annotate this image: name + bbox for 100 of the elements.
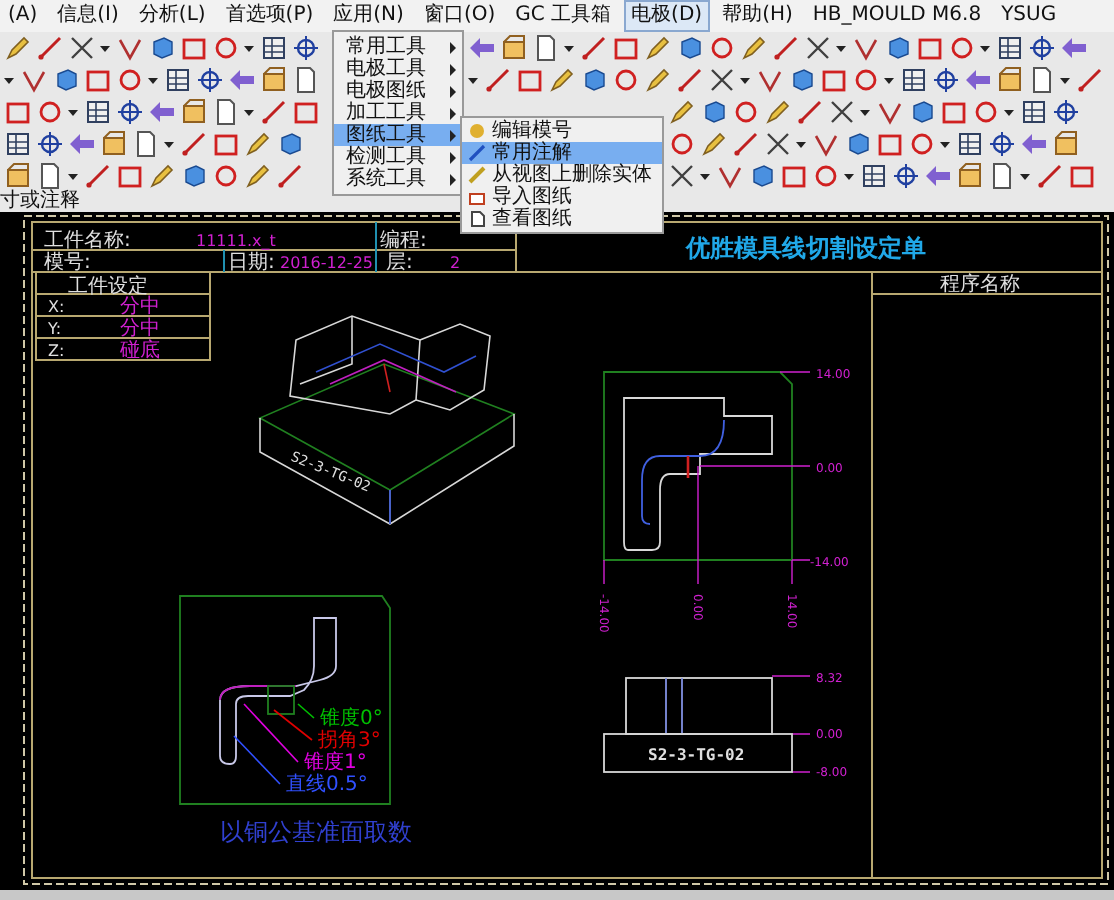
angle-icon[interactable]	[876, 98, 904, 126]
cross-icon[interactable]	[68, 34, 96, 62]
grid-icon[interactable]	[996, 34, 1024, 62]
document-icon[interactable]	[292, 66, 320, 94]
line-icon[interactable]	[772, 34, 800, 62]
line-icon[interactable]	[276, 162, 304, 190]
circle-icon[interactable]	[948, 34, 976, 62]
square-icon[interactable]	[516, 66, 544, 94]
document-icon[interactable]	[212, 98, 240, 126]
square-icon[interactable]	[612, 34, 640, 62]
crosshair-icon[interactable]	[292, 34, 320, 62]
crosshair-icon[interactable]	[932, 66, 960, 94]
grid-icon[interactable]	[956, 130, 984, 158]
circle-icon[interactable]	[852, 66, 880, 94]
square-icon[interactable]	[4, 98, 32, 126]
menu-item[interactable]: 首选项(P)	[217, 0, 322, 32]
menu-item[interactable]: 应用(N)	[325, 0, 412, 32]
arrow-icon[interactable]	[468, 34, 496, 62]
menu-item[interactable]: 从视图上删除实体	[462, 164, 662, 186]
circle-icon[interactable]	[212, 34, 240, 62]
crosshair-icon[interactable]	[116, 98, 144, 126]
cube-icon[interactable]	[788, 66, 816, 94]
line-icon[interactable]	[796, 98, 824, 126]
box-icon[interactable]	[500, 34, 528, 62]
cross-icon[interactable]	[764, 130, 792, 158]
angle-icon[interactable]	[716, 162, 744, 190]
cross-icon[interactable]	[668, 162, 696, 190]
arrow-icon[interactable]	[68, 130, 96, 158]
box-icon[interactable]	[4, 162, 32, 190]
menu-item[interactable]: GC 工具箱	[507, 0, 620, 32]
square-icon[interactable]	[916, 34, 944, 62]
circle-icon[interactable]	[972, 98, 1000, 126]
menu-item[interactable]: HB_MOULD M6.8	[804, 0, 990, 32]
menu-item[interactable]: 信息(I)	[49, 0, 127, 32]
line-icon[interactable]	[732, 130, 760, 158]
crosshair-icon[interactable]	[892, 162, 920, 190]
crosshair-icon[interactable]	[36, 130, 64, 158]
menu-item[interactable]: 电极图纸	[334, 80, 462, 102]
angle-icon[interactable]	[756, 66, 784, 94]
line-icon[interactable]	[180, 130, 208, 158]
document-icon[interactable]	[988, 162, 1016, 190]
arrow-icon[interactable]	[148, 98, 176, 126]
menu-item[interactable]: 电极(D)	[623, 0, 711, 32]
cube-icon[interactable]	[180, 162, 208, 190]
cross-icon[interactable]	[828, 98, 856, 126]
cross-icon[interactable]	[804, 34, 832, 62]
circle-icon[interactable]	[116, 66, 144, 94]
arrow-icon[interactable]	[1020, 130, 1048, 158]
circle-icon[interactable]	[732, 98, 760, 126]
cube-icon[interactable]	[844, 130, 872, 158]
grid-icon[interactable]	[1020, 98, 1048, 126]
box-icon[interactable]	[956, 162, 984, 190]
menu-item[interactable]: 帮助(H)	[714, 0, 801, 32]
angle-icon[interactable]	[852, 34, 880, 62]
crosshair-icon[interactable]	[1052, 98, 1080, 126]
menu-item[interactable]: 电极工具	[334, 58, 462, 80]
circle-icon[interactable]	[212, 162, 240, 190]
line-icon[interactable]	[1036, 162, 1064, 190]
line-icon[interactable]	[36, 34, 64, 62]
menu-item[interactable]: (A)	[0, 0, 46, 32]
document-icon[interactable]	[532, 34, 560, 62]
line-icon[interactable]	[84, 162, 112, 190]
crosshair-icon[interactable]	[1028, 34, 1056, 62]
menu-item[interactable]: 编辑模号	[462, 120, 662, 142]
line-icon[interactable]	[260, 98, 288, 126]
square-icon[interactable]	[940, 98, 968, 126]
circle-icon[interactable]	[812, 162, 840, 190]
square-icon[interactable]	[116, 162, 144, 190]
circle-icon[interactable]	[668, 130, 696, 158]
menu-item[interactable]: 窗口(O)	[415, 0, 504, 32]
angle-icon[interactable]	[812, 130, 840, 158]
line-icon[interactable]	[580, 34, 608, 62]
cube-icon[interactable]	[580, 66, 608, 94]
angle-icon[interactable]	[116, 34, 144, 62]
square-icon[interactable]	[292, 98, 320, 126]
cube-icon[interactable]	[748, 162, 776, 190]
document-icon[interactable]	[36, 162, 64, 190]
square-icon[interactable]	[820, 66, 848, 94]
box-icon[interactable]	[180, 98, 208, 126]
menu-item[interactable]: YSUG	[993, 0, 1065, 32]
grid-icon[interactable]	[4, 130, 32, 158]
circle-icon[interactable]	[708, 34, 736, 62]
menu-item[interactable]: 分析(L)	[130, 0, 214, 32]
square-icon[interactable]	[1068, 162, 1096, 190]
square-icon[interactable]	[876, 130, 904, 158]
line-icon[interactable]	[484, 66, 512, 94]
grid-icon[interactable]	[900, 66, 928, 94]
cross-icon[interactable]	[708, 66, 736, 94]
menu-item[interactable]: 常用注解	[462, 142, 662, 164]
menu-item[interactable]: 查看图纸	[462, 208, 662, 230]
cube-icon[interactable]	[700, 98, 728, 126]
arrow-icon[interactable]	[1060, 34, 1088, 62]
square-icon[interactable]	[180, 34, 208, 62]
grid-icon[interactable]	[84, 98, 112, 126]
circle-icon[interactable]	[908, 130, 936, 158]
angle-icon[interactable]	[20, 66, 48, 94]
circle-icon[interactable]	[36, 98, 64, 126]
menu-item[interactable]: 图纸工具	[334, 124, 462, 146]
arrow-icon[interactable]	[924, 162, 952, 190]
grid-icon[interactable]	[860, 162, 888, 190]
